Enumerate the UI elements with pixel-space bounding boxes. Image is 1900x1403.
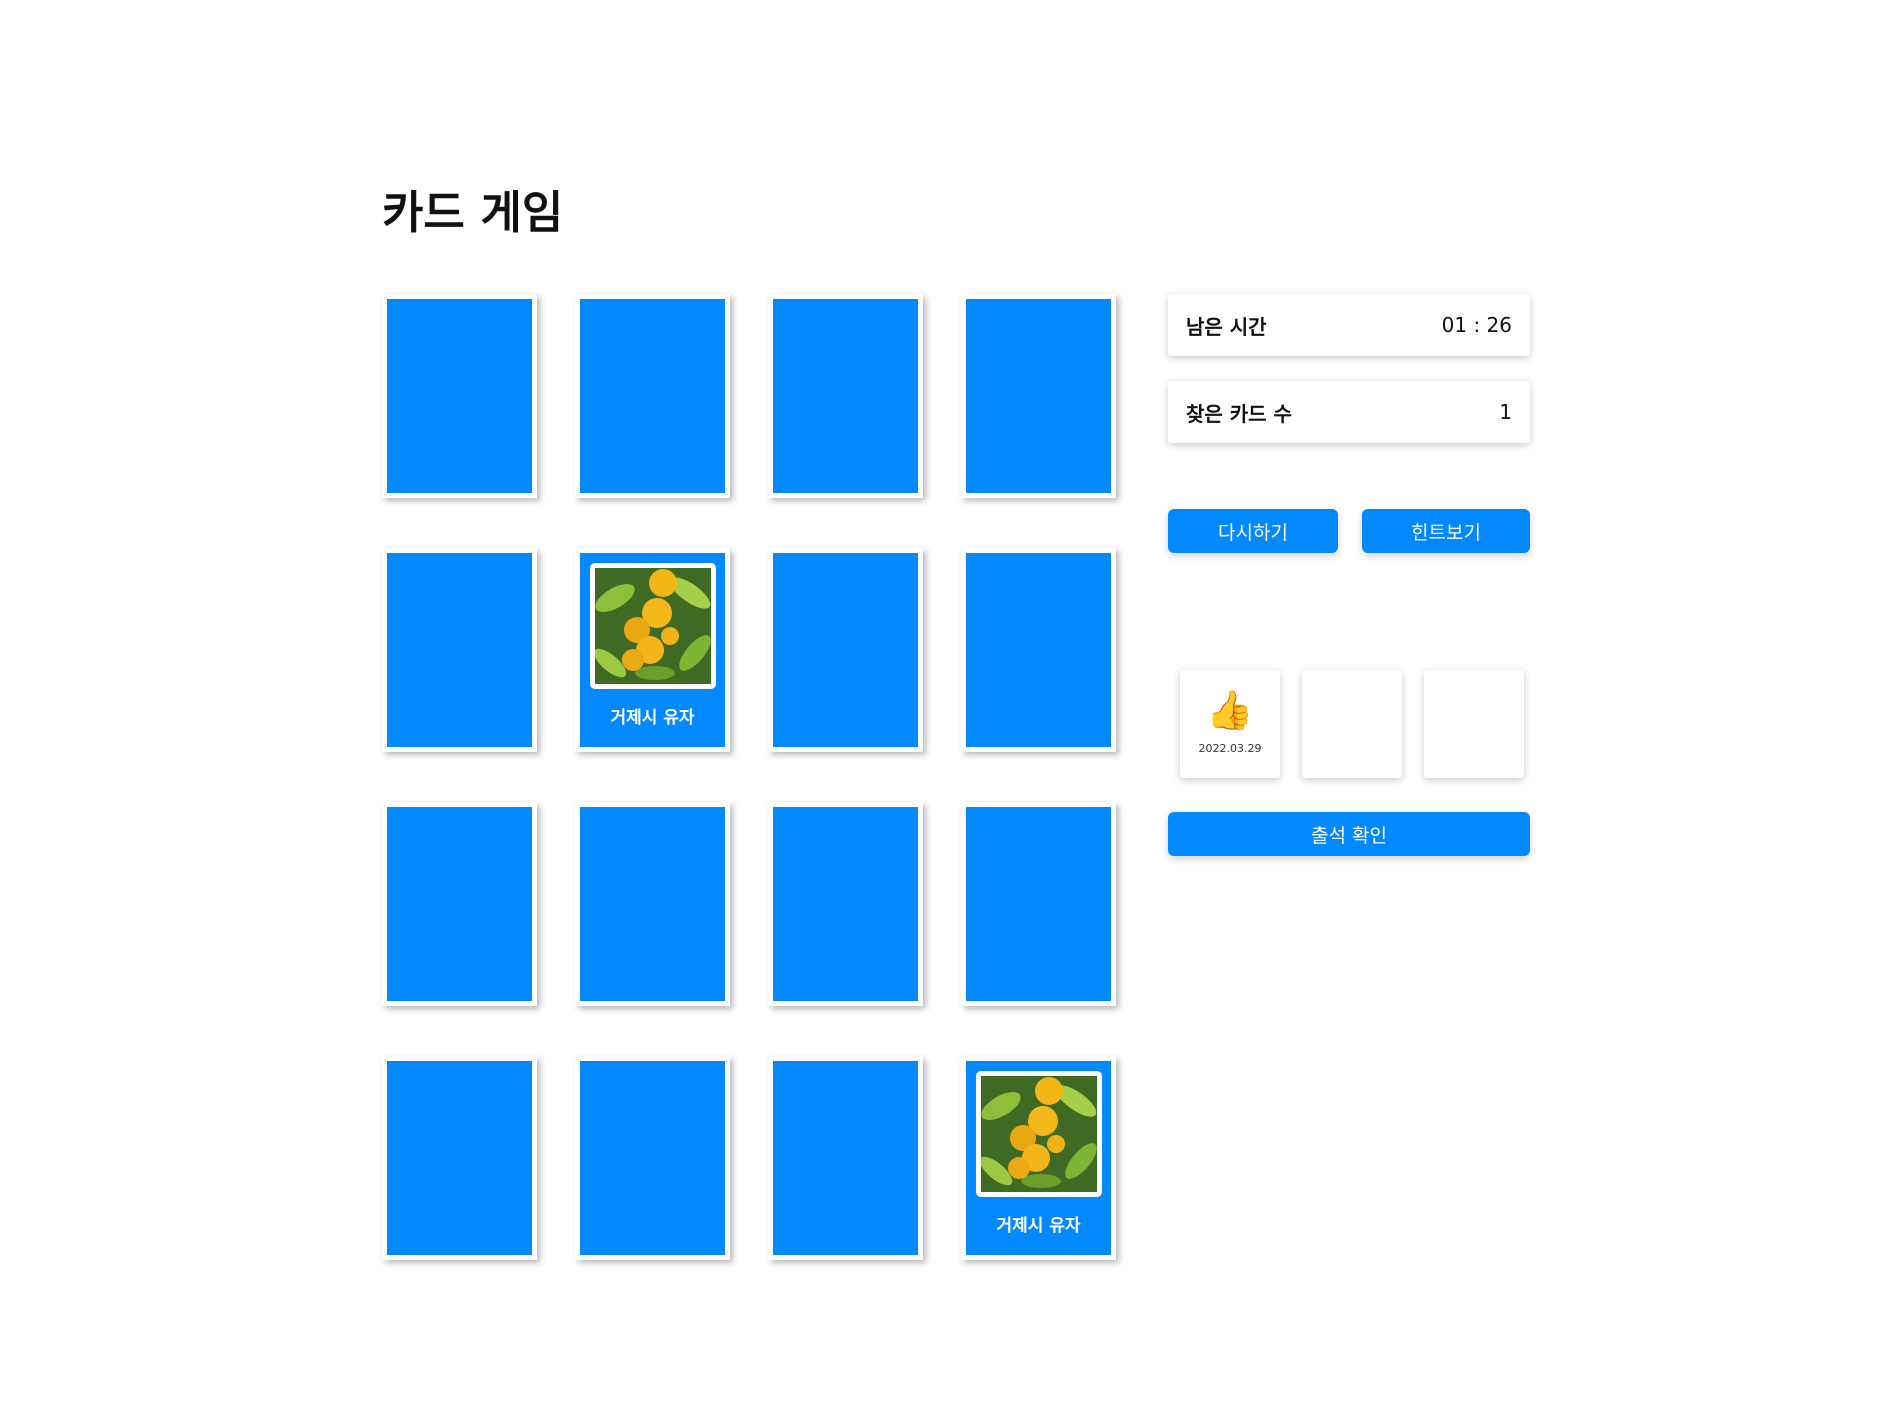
card-name: 거제시 유자 (996, 1216, 1081, 1236)
card-7[interactable] (768, 548, 923, 752)
card-10[interactable] (575, 802, 730, 1006)
card-name: 거제시 유자 (610, 708, 695, 728)
card-15[interactable] (768, 1056, 923, 1260)
remaining-time-label: 남은 시간 (1186, 314, 1267, 339)
page-title: 카드 게임 (382, 186, 564, 239)
page: 카드 게임 거제시 유자 거제시 유자 남은 시간 01: 26 찾은 카드 … (0, 0, 1900, 1403)
attendance-stamp-3 (1424, 670, 1524, 778)
yuzu-photo (589, 563, 716, 689)
card-1[interactable] (382, 294, 537, 498)
thumbs-up-icon: 👍 (1206, 688, 1254, 732)
stamp-date: 2022.03.29 (1198, 742, 1262, 755)
card-8[interactable] (961, 548, 1116, 752)
card-12[interactable] (961, 802, 1116, 1006)
card-14[interactable] (575, 1056, 730, 1260)
card-13[interactable] (382, 1056, 537, 1260)
found-cards-box: 찾은 카드 수 1 (1168, 381, 1530, 443)
card-4[interactable] (961, 294, 1116, 498)
restart-button[interactable]: 다시하기 (1168, 509, 1338, 553)
attendance-stamp-1: 👍 2022.03.29 (1180, 670, 1280, 778)
card-5[interactable] (382, 548, 537, 752)
attendance-stamp-2 (1302, 670, 1402, 778)
card-16[interactable]: 거제시 유자 (961, 1056, 1116, 1260)
card-9[interactable] (382, 802, 537, 1006)
card-3[interactable] (768, 294, 923, 498)
card-board: 거제시 유자 거제시 유자 (382, 294, 1122, 1260)
remaining-time-value: 01 : 26 (1441, 313, 1512, 337)
card-11[interactable] (768, 802, 923, 1006)
card-6[interactable]: 거제시 유자 (575, 548, 730, 752)
found-cards-label: 찾은 카드 수 (1186, 401, 1292, 426)
yuzu-photo (975, 1071, 1102, 1197)
found-cards-value: 1 (1499, 400, 1512, 424)
attendance-check-button[interactable]: 출석 확인 (1168, 812, 1530, 856)
remaining-time-box: 남은 시간 01 : 26 (1168, 294, 1530, 356)
card-2[interactable] (575, 294, 730, 498)
hint-button[interactable]: 힌트보기 (1362, 509, 1530, 553)
